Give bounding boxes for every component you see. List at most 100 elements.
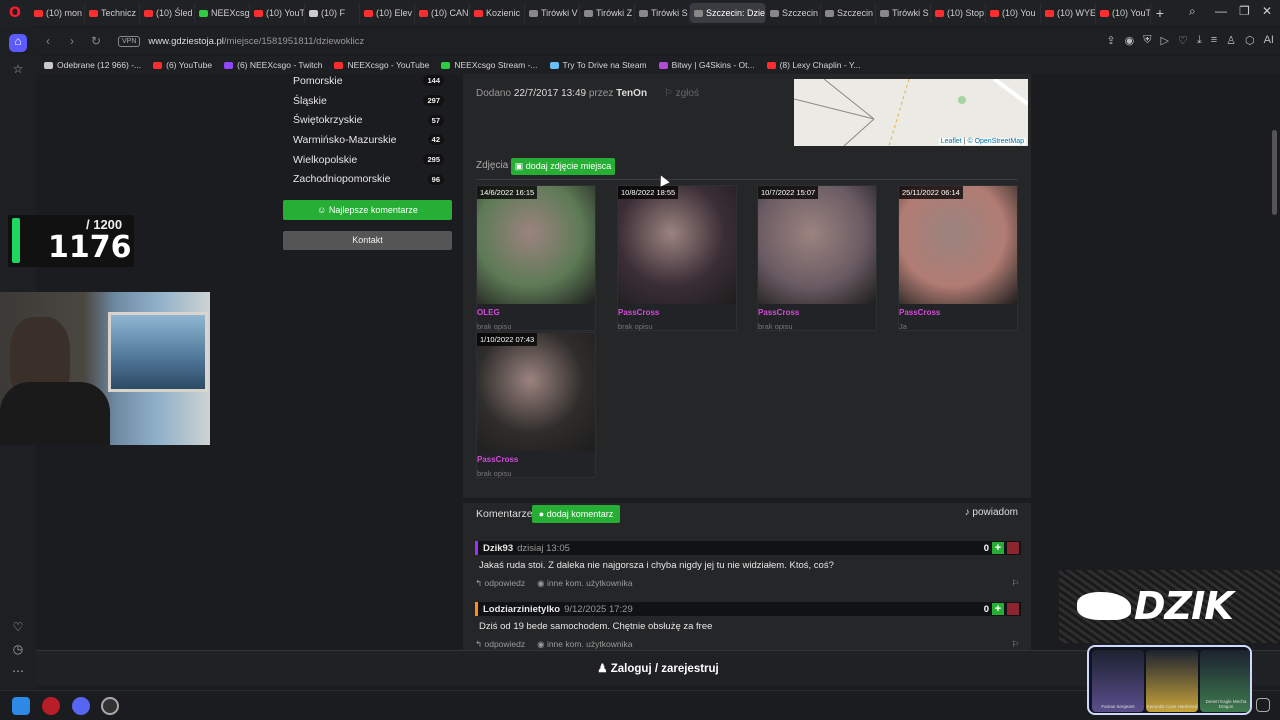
history-icon[interactable]: ◷ [9, 642, 27, 660]
search-tabs-icon[interactable]: ⌕ [1189, 4, 1196, 19]
windows-start-icon[interactable] [12, 697, 30, 715]
add-photo-button[interactable]: ▣ dodaj zdjęcie miejsca [511, 158, 615, 175]
photo-author[interactable]: PassCross [758, 308, 799, 317]
browser-tab[interactable]: (10) Stop [931, 3, 986, 23]
browser-tab[interactable]: Szczecin [766, 3, 821, 23]
contact-button[interactable]: Kontakt [283, 231, 452, 250]
user-comments-link[interactable]: ◉ inne kom. użytkownika [537, 578, 632, 589]
bookmark-item[interactable]: NEEXcsgo Stream -... [441, 60, 538, 70]
browser-tab[interactable]: (10) Elev [360, 3, 415, 23]
browser-tab[interactable]: (10) WYE [1041, 3, 1096, 23]
comment-author[interactable]: Lodziarzinietylko [483, 604, 560, 615]
best-comments-button[interactable]: ☺ Najlepsze komentarze [283, 200, 452, 220]
browser-tab[interactable]: (10) YouT [1096, 3, 1151, 23]
more-icon[interactable]: ⋯ [9, 664, 27, 682]
photo-author[interactable]: OLEG [477, 308, 500, 317]
browser-tab[interactable]: (10) F [305, 3, 360, 23]
region-item[interactable]: Zachodniopomorskie 96 [283, 169, 452, 189]
map[interactable]: Leaflet | © OpenStreetMap [794, 79, 1028, 146]
forward-icon[interactable]: › [60, 34, 84, 48]
upvote-button[interactable]: + [992, 603, 1004, 615]
browser-tab[interactable]: Tirówki S [876, 3, 931, 23]
browser-tab[interactable]: (10) You [986, 3, 1041, 23]
report-flag-icon[interactable]: ⚐ [1011, 639, 1019, 650]
bookmark-item[interactable]: (6) YouTube [153, 60, 212, 70]
photo-card[interactable]: 1/10/2022 07:43 PassCross brak opisu [476, 332, 596, 478]
bookmark-item[interactable]: (8) Lexy Chaplin - Y... [766, 60, 861, 70]
browser-tab[interactable]: Tirówki S [635, 3, 690, 23]
added-by-user[interactable]: TenOn [616, 88, 647, 99]
downvote-button[interactable] [1007, 542, 1019, 554]
extensions-icon[interactable]: ⬡ [1245, 34, 1255, 47]
share-icon[interactable]: ⇪ [1106, 34, 1115, 47]
browser-tab[interactable]: (10) YouT [250, 3, 305, 23]
opera-taskbar-icon[interactable] [42, 697, 60, 715]
browser-tab[interactable]: Szczecin [821, 3, 876, 23]
scrollbar-thumb[interactable] [1272, 130, 1277, 215]
photo-author[interactable]: PassCross [618, 308, 659, 317]
bookmark-item[interactable]: Odebrane (12 966) -... [44, 60, 141, 70]
photo-thumbnail[interactable] [477, 186, 595, 304]
bookmark-item[interactable]: Bitwy | G4Skins - Ot... [658, 60, 755, 70]
report-flag-icon[interactable]: ⚐ [1011, 578, 1019, 589]
reply-link[interactable]: ↰ odpowiedz [475, 639, 525, 650]
user-comments-link[interactable]: ◉ inne kom. użytkownika [537, 639, 632, 650]
menu-icon[interactable]: ≡ [1211, 34, 1217, 47]
camera-icon[interactable]: ◉ [1125, 34, 1135, 47]
home-icon[interactable]: ⌂ [9, 34, 27, 52]
url-field[interactable]: www.gdziestoja.pl/miejsce/1581951811/dzi… [148, 36, 364, 47]
region-item[interactable]: Pomorskie 144 [283, 74, 452, 91]
report-link[interactable]: ⚐ zgłoś [664, 88, 699, 99]
back-icon[interactable]: ‹ [36, 34, 60, 48]
photo-card[interactable]: 14/6/2022 16:15 OLEG brak opisu [476, 185, 596, 331]
ai-button[interactable]: AI [1264, 34, 1274, 47]
photo-thumbnail[interactable] [477, 333, 595, 451]
heart-icon[interactable]: ♡ [9, 620, 27, 638]
region-item[interactable]: Świętokrzyskie 57 [283, 110, 452, 130]
photo-author[interactable]: PassCross [477, 455, 518, 464]
comment-author[interactable]: Dzik93 [483, 543, 513, 554]
upvote-button[interactable]: + [992, 542, 1004, 554]
browser-tab[interactable]: (10) mon [30, 3, 85, 23]
maximize-icon[interactable]: ❐ [1239, 4, 1250, 18]
browser-tab[interactable]: (10) Śled [140, 3, 195, 23]
photo-thumbnail[interactable] [899, 186, 1017, 304]
profile-icon[interactable]: ♙ [1226, 34, 1236, 47]
osm-link[interactable]: © OpenStreetMap [967, 138, 1024, 145]
photo-card[interactable]: 25/11/2022 06:14 PassCross Ja [898, 185, 1018, 331]
browser-tab[interactable]: NEEXcsg [195, 3, 250, 23]
discord-taskbar-icon[interactable] [72, 697, 90, 715]
favorite-icon[interactable]: ♡ [1178, 34, 1188, 47]
reload-icon[interactable]: ↻ [84, 34, 108, 48]
notify-button[interactable]: ♪ powiadom [965, 507, 1018, 518]
region-item[interactable]: Wielkopolskie 295 [283, 150, 452, 170]
download-icon[interactable]: ⤓ [1197, 34, 1202, 47]
bookmark-item[interactable]: NEEXcsgo - YouTube [334, 60, 429, 70]
play-icon[interactable]: ▷ [1160, 34, 1168, 47]
reply-link[interactable]: ↰ odpowiedz [475, 578, 525, 589]
photo-thumbnail[interactable] [758, 186, 876, 304]
leaflet-link[interactable]: Leaflet [941, 138, 962, 145]
photo-card[interactable]: 10/7/2022 15:07 PassCross brak opisu [757, 185, 877, 331]
vpn-badge[interactable]: VPN [118, 35, 141, 47]
region-item[interactable]: Śląskie 297 [283, 91, 452, 111]
notifications-icon[interactable] [1256, 698, 1270, 712]
browser-tab[interactable]: Tirówki V [525, 3, 580, 23]
minimize-icon[interactable]: — [1215, 4, 1227, 18]
star-icon[interactable]: ☆ [9, 62, 27, 80]
photo-author[interactable]: PassCross [899, 308, 940, 317]
photo-card[interactable]: 10/8/2022 18:55 PassCross brak opisu [617, 185, 737, 331]
browser-tab[interactable]: Technicz [85, 3, 140, 23]
browser-tab[interactable]: Szczecin: Dziew [690, 3, 766, 23]
close-icon[interactable]: ✕ [1262, 4, 1272, 18]
browser-tab[interactable]: Tirówki Z [580, 3, 635, 23]
photo-thumbnail[interactable] [618, 186, 736, 304]
steam-taskbar-icon[interactable] [101, 697, 119, 715]
new-tab-button[interactable]: + [1151, 5, 1169, 21]
bookmark-item[interactable]: Try To Drive na Steam [549, 60, 647, 70]
bookmark-item[interactable]: (6) NEEXcsgo - Twitch [224, 60, 322, 70]
browser-tab[interactable]: (10) CAN [415, 3, 470, 23]
region-item[interactable]: Warmińsko-Mazurskie 42 [283, 130, 452, 150]
shield-icon[interactable]: ⛨ [1143, 34, 1151, 47]
downvote-button[interactable] [1007, 603, 1019, 615]
